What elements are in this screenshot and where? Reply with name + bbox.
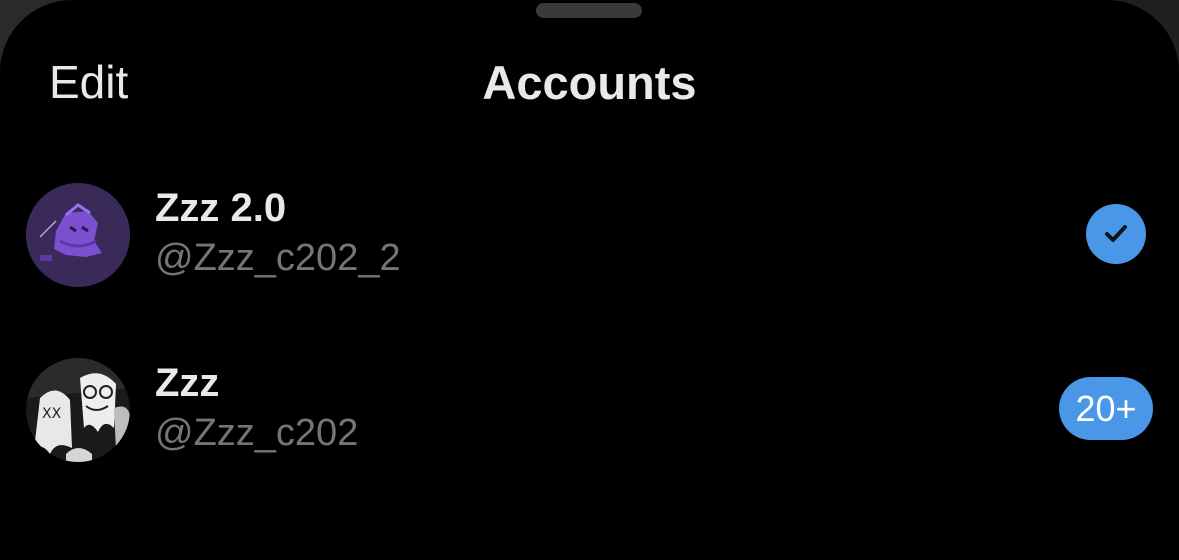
purple-ghost-avatar-icon <box>26 183 130 287</box>
sheet-title: Accounts <box>482 56 697 109</box>
account-row-zzz-2-0[interactable]: Zzz 2.0 @Zzz_c202_2 <box>0 169 1179 299</box>
svg-text:XX: XX <box>42 406 62 422</box>
notification-count-badge: 20+ <box>1059 377 1153 440</box>
selected-check-icon <box>1086 204 1146 264</box>
account-display-name: Zzz 2.0 <box>155 186 287 230</box>
account-avatar <box>26 183 130 287</box>
account-avatar: XX <box>26 358 130 462</box>
sheet-grabber-handle[interactable] <box>536 3 642 18</box>
account-handle: @Zzz_c202 <box>155 412 359 454</box>
account-handle: @Zzz_c202_2 <box>155 237 401 279</box>
accounts-sheet: Edit Accounts Zzz 2.0 @Zzz_c202_2 XX Zzz… <box>0 0 1179 560</box>
account-row-zzz[interactable]: XX Zzz @Zzz_c202 20+ <box>0 344 1179 474</box>
ghosts-avatar-icon: XX <box>26 358 130 462</box>
account-display-name: Zzz <box>155 361 220 405</box>
